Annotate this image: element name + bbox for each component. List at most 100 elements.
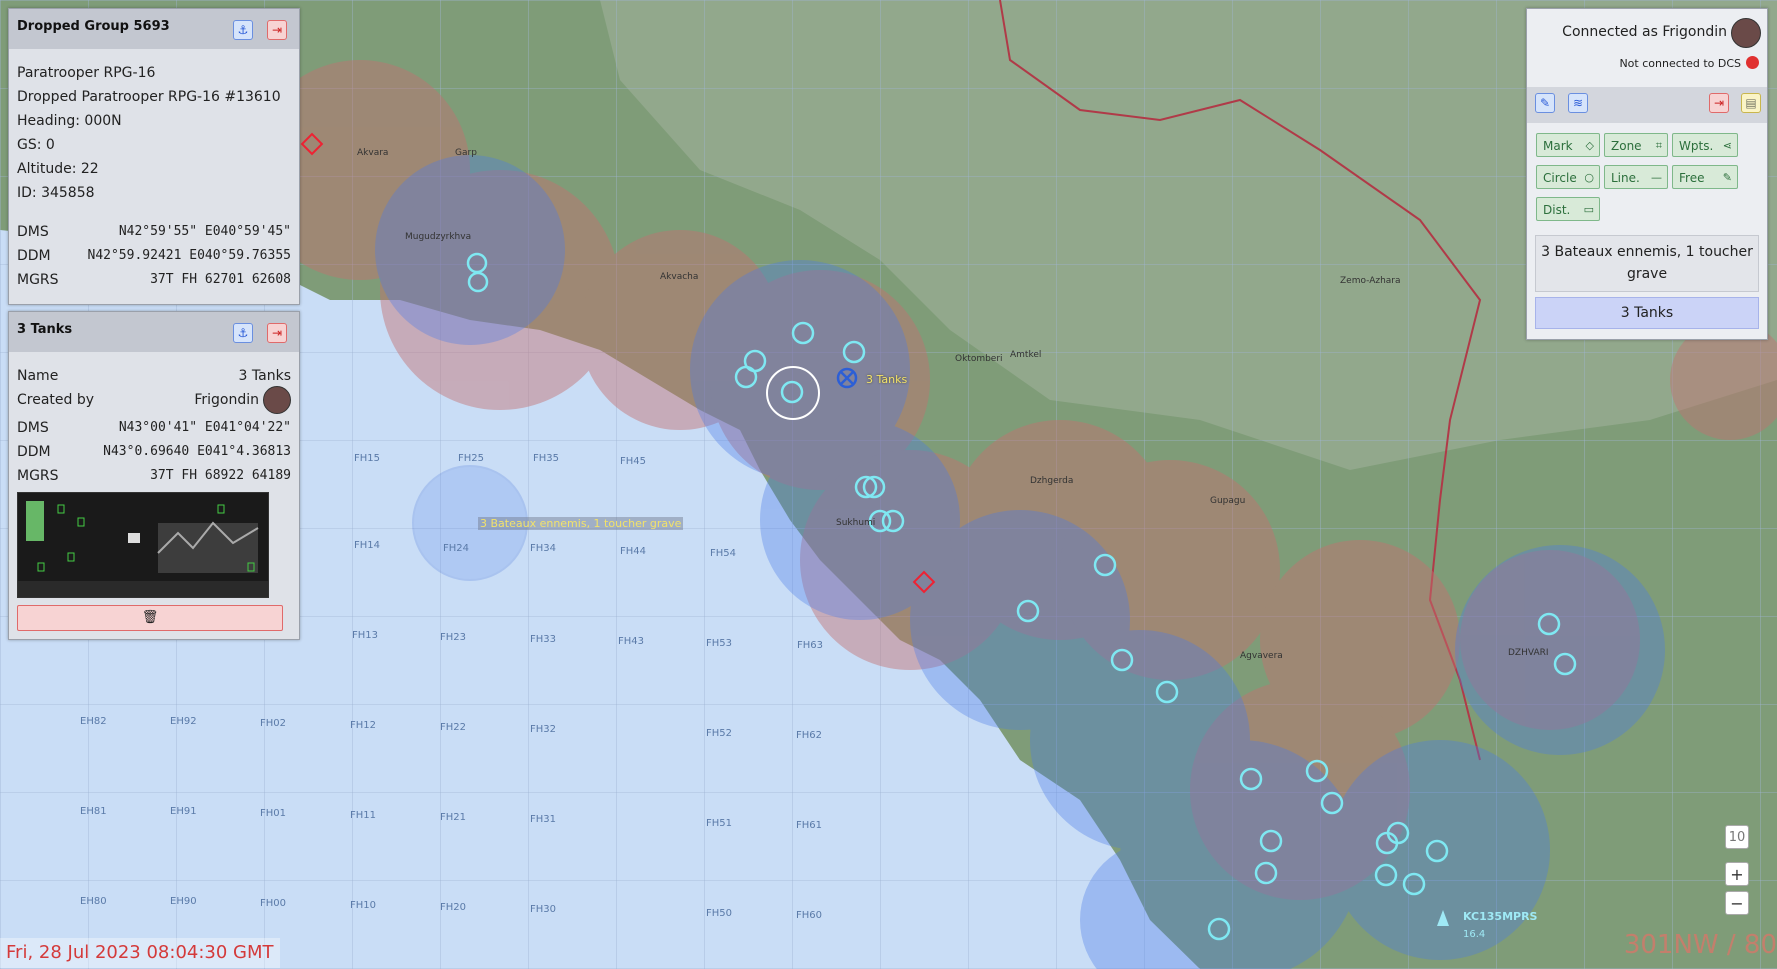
grid-label: FH31: [530, 814, 556, 825]
layers-button[interactable]: ≋: [1568, 93, 1588, 113]
town-label: Amtkel: [1010, 350, 1042, 360]
name-value: 3 Tanks: [238, 368, 291, 384]
unit-info-panel: Dropped Group 5693 ⚓ ⇥ Paratrooper RPG-1…: [8, 8, 300, 305]
mgrs-value[interactable]: 37T FH 62701 62608: [150, 270, 291, 290]
layers-icon: ≋: [1572, 96, 1584, 110]
town-label: Mugudzyrkhva: [405, 232, 472, 242]
mgrs-label: MGRS: [17, 272, 59, 288]
grid-label: FH13: [352, 630, 378, 641]
grid-label: FH02: [260, 718, 286, 729]
zoom-in-button[interactable]: +: [1725, 862, 1749, 886]
grid-label: FH62: [796, 730, 822, 741]
mark-label: Mark: [1543, 139, 1573, 153]
trash-icon: 🗑: [141, 610, 159, 625]
mark-tool-button[interactable]: Mark ◇: [1536, 133, 1600, 157]
grid-label: EH90: [170, 896, 197, 907]
close-panel-button[interactable]: ⇥: [267, 20, 287, 40]
grid-label: FH25: [458, 453, 484, 464]
exit-icon: ⇥: [271, 23, 283, 37]
delete-marker-button[interactable]: 🗑: [17, 605, 283, 631]
grid-label: FH14: [354, 540, 380, 551]
distance-tool-button[interactable]: Dist. ▭: [1536, 197, 1600, 221]
grid-label: EH91: [170, 806, 197, 817]
town-label: Zemo-Azhara: [1340, 276, 1401, 286]
dist-label: Dist.: [1543, 203, 1571, 217]
avatar: [263, 386, 291, 414]
marker-list-item[interactable]: 3 Tanks: [1535, 297, 1759, 329]
waypoints-tool-button[interactable]: Wpts. ⋖: [1672, 133, 1738, 157]
grid-label: FH12: [350, 720, 376, 731]
zone-tool-button[interactable]: Zone ⌗: [1604, 133, 1668, 157]
grid-label: FH00: [260, 898, 286, 909]
circle-tool-button[interactable]: Circle ○: [1536, 165, 1600, 189]
grid-label: FH30: [530, 904, 556, 915]
tanker-label[interactable]: KC135MPRS: [1463, 910, 1537, 923]
mgrs-value[interactable]: 37T FH 68922 64189: [150, 466, 291, 486]
marker-info-panel: 3 Tanks ⚓ ⇥ Name 3 Tanks Created by Frig…: [8, 311, 300, 640]
grid-label: EH92: [170, 716, 197, 727]
grid-label: FH32: [530, 724, 556, 735]
grid-label: FH22: [440, 722, 466, 733]
created-label: Created by: [17, 392, 95, 408]
anchor-button[interactable]: ⚓: [233, 20, 253, 40]
unit-heading: Heading: 000N: [17, 113, 122, 129]
ddm-value[interactable]: N42°59.92421 E040°59.76355: [88, 246, 292, 266]
dms-row: DMS N42°59'55" E040°59'45": [17, 222, 291, 242]
grid-label: FH54: [710, 548, 736, 559]
minus-icon: —: [1651, 171, 1662, 184]
marker-name-row: Name 3 Tanks: [17, 366, 291, 386]
notes-button[interactable]: ▤: [1741, 93, 1761, 113]
grid-label: FH51: [706, 818, 732, 829]
dms-value[interactable]: N43°00'41" E041°04'22": [119, 418, 291, 438]
dms-value[interactable]: N42°59'55" E040°59'45": [119, 222, 291, 242]
ddm-row: DDM N42°59.92421 E040°59.76355: [17, 246, 291, 266]
grid-label: FH63: [797, 640, 823, 651]
unit-name: Dropped Paratrooper RPG-16 #13610: [17, 89, 281, 105]
exit-icon: ⇥: [1713, 96, 1725, 110]
line-label: Line.: [1611, 171, 1640, 185]
name-label: Name: [17, 368, 59, 384]
share-icon: ⋖: [1722, 139, 1732, 152]
tanks-marker-label[interactable]: 3 Tanks: [866, 373, 907, 386]
tools-panel: Connected as Frigondin Not connected to …: [1526, 8, 1768, 340]
grid-label: FH60: [796, 910, 822, 921]
town-label: Agvavera: [1240, 651, 1283, 661]
grid-label: FH21: [440, 812, 466, 823]
created-value: Frigondin: [194, 392, 259, 408]
anchor-button[interactable]: ⚓: [233, 323, 253, 343]
grid-label: FH61: [796, 820, 822, 831]
logout-button[interactable]: ⇥: [1709, 93, 1729, 113]
close-panel-button[interactable]: ⇥: [267, 323, 287, 343]
line-tool-button[interactable]: Line. —: [1604, 165, 1668, 189]
town-label: Akvacha: [660, 272, 699, 282]
note-icon: ▤: [1745, 96, 1757, 110]
mgrs-row: MGRS 37T FH 62701 62608: [17, 270, 291, 290]
grid-label: FH20: [440, 902, 466, 913]
pen-icon: ✎: [1539, 96, 1551, 110]
created-by-row: Created by Frigondin: [17, 386, 291, 414]
town-label: Gupagu: [1210, 496, 1246, 506]
free-tool-button[interactable]: Free ✎: [1672, 165, 1738, 189]
diamond-icon: ◇: [1585, 139, 1594, 152]
grid-label: FH23: [440, 632, 466, 643]
free-label: Free: [1679, 171, 1705, 185]
marker-screenshot[interactable]: [17, 492, 269, 598]
circle-label: Circle: [1543, 171, 1577, 185]
zone-label: Zone: [1611, 139, 1642, 153]
ddm-value[interactable]: N43°0.69640 E041°4.36813: [103, 442, 291, 462]
draw-tool-button[interactable]: ✎: [1535, 93, 1555, 113]
grid-label: FH10: [350, 900, 376, 911]
ddm-label: DDM: [17, 248, 51, 264]
grid-label: FH45: [620, 456, 646, 467]
zone-icon: ⌗: [1655, 139, 1662, 152]
grid-label: FH53: [706, 638, 732, 649]
grid-label: FH43: [618, 636, 644, 647]
ddm-label: DDM: [17, 444, 51, 460]
ruler-icon: ▭: [1583, 203, 1594, 216]
town-label: Oktomberi: [955, 354, 1003, 364]
zoom-out-button[interactable]: −: [1725, 891, 1749, 915]
mgrs-row: MGRS 37T FH 68922 64189: [17, 466, 291, 486]
connection-status: Connected as Frigondin: [1562, 24, 1727, 40]
marker-list-item[interactable]: 3 Bateaux ennemis, 1 toucher grave: [1535, 235, 1759, 292]
boats-marker-label[interactable]: 3 Bateaux ennemis, 1 toucher grave: [478, 517, 684, 530]
